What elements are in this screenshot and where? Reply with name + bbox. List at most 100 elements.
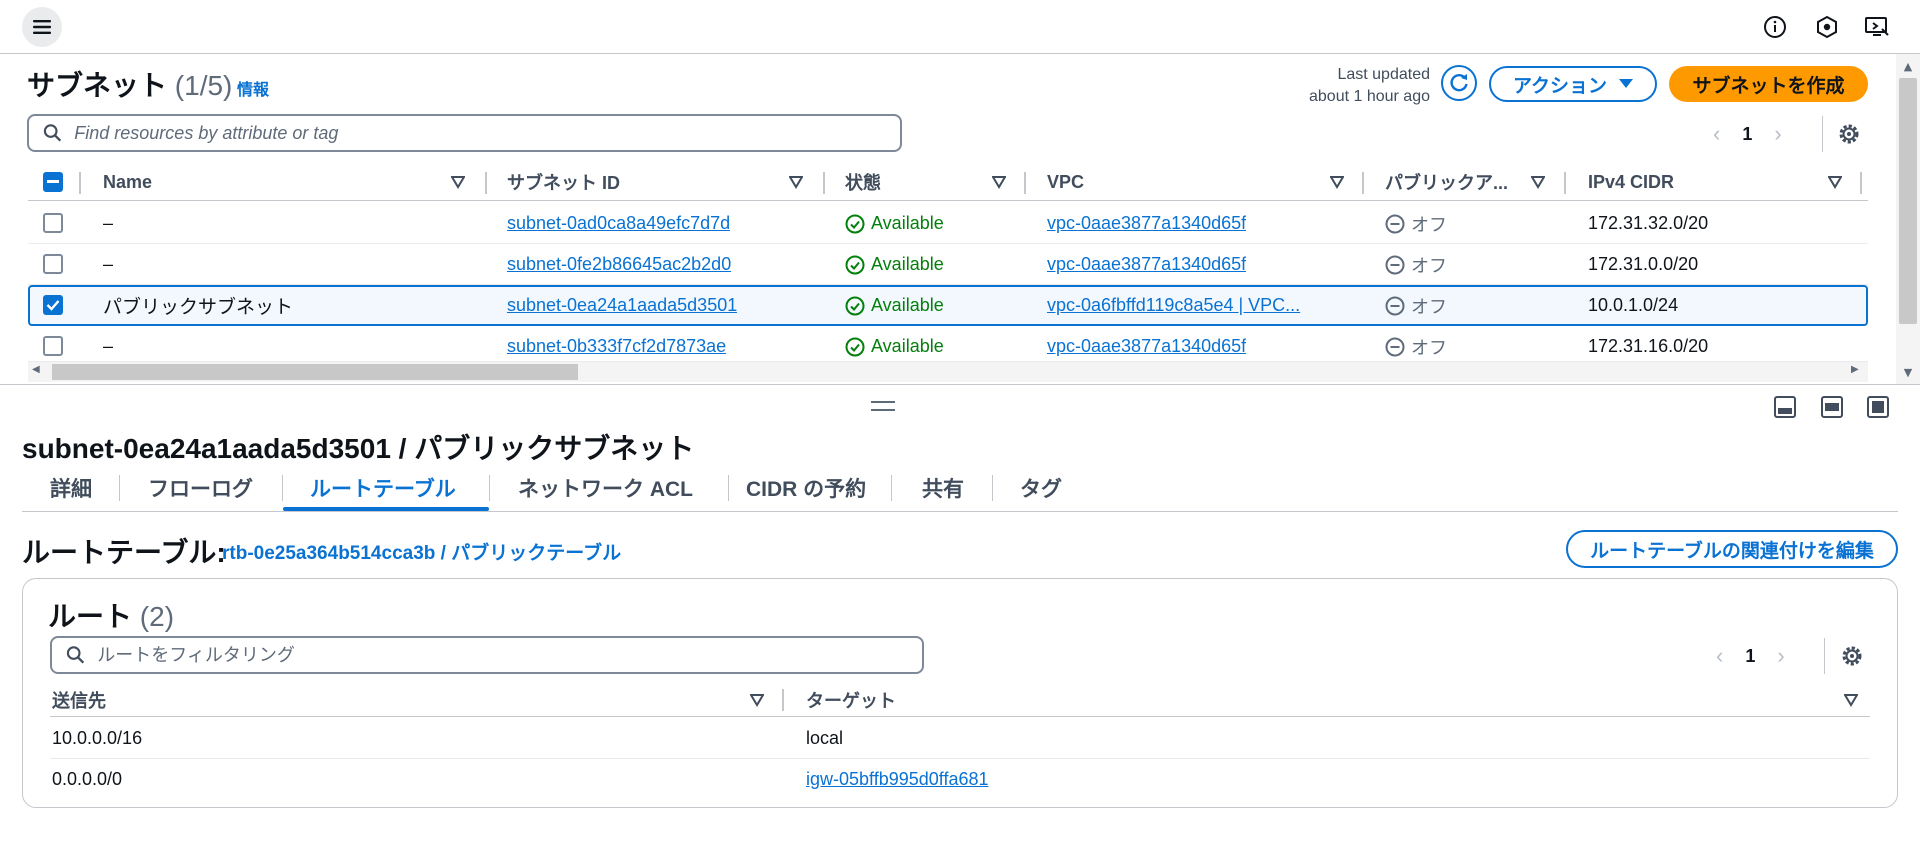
info-link[interactable]: 情報 [237, 76, 269, 100]
cell-public: オフ [1385, 203, 1447, 244]
scroll-right-icon[interactable]: ▶ [1851, 364, 1859, 375]
sort-icon[interactable] [750, 693, 764, 707]
select-all-checkbox[interactable] [43, 172, 63, 192]
settings-gear-icon[interactable] [1837, 122, 1861, 146]
sort-icon[interactable] [992, 175, 1006, 189]
col-target[interactable]: ターゲット [806, 683, 896, 717]
notification-icon[interactable] [1814, 14, 1840, 40]
next-page-icon[interactable]: › [1774, 121, 1781, 147]
horizontal-scrollbar-thumb[interactable] [52, 364, 578, 380]
scroll-left-icon[interactable]: ◀ [32, 364, 40, 375]
cell-subnet-id[interactable]: subnet-0b333f7cf2d7873ae [507, 326, 726, 367]
search-icon [43, 124, 62, 142]
current-page[interactable]: 1 [1742, 124, 1752, 145]
tab-cidr-reservations[interactable]: CIDR の予約 [746, 468, 866, 508]
minus-circle-icon [1385, 296, 1405, 315]
actions-button[interactable]: アクション [1489, 66, 1657, 102]
sort-icon[interactable] [1844, 693, 1858, 707]
tab-flow-logs[interactable]: フローログ [148, 468, 253, 508]
cell-subnet-id[interactable]: subnet-0fe2b86645ac2b2d0 [507, 244, 731, 285]
tab-details[interactable]: 詳細 [50, 468, 92, 508]
table-row-selected[interactable]: パブリックサブネット subnet-0ea24a1aada5d3501 Avai… [28, 285, 1868, 326]
cell-target-link[interactable]: igw-05bffb995d0ffa681 [806, 759, 989, 800]
prev-page-icon[interactable]: ‹ [1716, 643, 1723, 669]
tab-divider [728, 475, 729, 501]
table-row[interactable]: – subnet-0fe2b86645ac2b2d0 Available vpc… [28, 244, 1868, 285]
tab-tags[interactable]: タグ [1020, 468, 1062, 508]
column-divider [782, 689, 784, 711]
panel-fullscreen-icon[interactable] [1867, 396, 1889, 418]
cell-subnet-id[interactable]: subnet-0ea24a1aada5d3501 [507, 285, 737, 326]
divider [1824, 638, 1825, 674]
resize-handle-icon[interactable] [871, 401, 895, 411]
col-state[interactable]: 状態 [845, 163, 881, 201]
cell-subnet-id[interactable]: subnet-0ad0ca8a49efc7d7d [507, 203, 730, 244]
column-divider [1024, 172, 1026, 194]
cell-vpc[interactable]: vpc-0aae3877a1340d65f [1047, 326, 1246, 367]
row-checkbox[interactable] [43, 213, 63, 233]
menu-icon[interactable] [22, 7, 62, 47]
cell-vpc[interactable]: vpc-0aae3877a1340d65f [1047, 203, 1246, 244]
prev-page-icon[interactable]: ‹ [1713, 121, 1720, 147]
state-text: Available [871, 254, 944, 274]
cell-vpc[interactable]: vpc-0aae3877a1340d65f [1047, 244, 1246, 285]
row-checkbox[interactable] [43, 336, 63, 356]
cell-destination: 0.0.0.0/0 [52, 769, 123, 789]
col-vpc[interactable]: VPC [1047, 163, 1084, 201]
table-row: 10.0.0.0/16 local [50, 718, 1870, 759]
col-cidr[interactable]: IPv4 CIDR [1588, 163, 1674, 201]
subnets-title: サブネット [27, 70, 168, 101]
routes-filter[interactable] [50, 636, 924, 674]
panel-bottom-icon[interactable] [1774, 396, 1796, 418]
table-row[interactable]: – subnet-0ad0ca8a49efc7d7d Available vpc… [28, 203, 1868, 244]
resource-search[interactable] [27, 114, 902, 152]
remote-display-icon[interactable] [1864, 14, 1890, 40]
routes-table-header: 送信先 ターゲット [50, 683, 1870, 717]
routes-pagination: ‹ 1 › [1716, 643, 1785, 669]
col-destination[interactable]: 送信先 [52, 683, 106, 717]
col-name[interactable]: Name [103, 163, 152, 201]
row-checkbox[interactable] [43, 295, 63, 315]
minus-circle-icon [1385, 255, 1405, 274]
current-page[interactable]: 1 [1745, 646, 1755, 667]
routes-filter-input[interactable] [97, 644, 922, 666]
search-input[interactable] [74, 122, 900, 144]
column-divider [79, 172, 81, 194]
cell-cidr: 10.0.1.0/24 [1588, 295, 1679, 315]
panel-side-icon[interactable] [1821, 396, 1843, 418]
subnets-table-header: Name サブネット ID 状態 VPC パブリックア... IPv4 CIDR [28, 163, 1868, 201]
col-subnet-id[interactable]: サブネット ID [507, 163, 620, 201]
row-checkbox[interactable] [43, 254, 63, 274]
search-icon [66, 646, 85, 664]
route-table-link[interactable]: rtb-0e25a364b514cca3b / パブリックテーブル [222, 538, 621, 565]
state-text: Available [871, 213, 944, 233]
page-title: サブネット (1/5) [27, 64, 232, 104]
tab-route-table[interactable]: ルートテーブル [310, 468, 456, 508]
table-row[interactable]: – subnet-0b333f7cf2d7873ae Available vpc… [28, 326, 1868, 362]
create-subnet-button[interactable]: サブネットを作成 [1669, 66, 1868, 102]
cell-cidr: 172.31.0.0/20 [1588, 254, 1699, 274]
settings-gear-icon[interactable] [1840, 644, 1864, 668]
cell-public: オフ [1385, 326, 1447, 367]
table-row: 0.0.0.0/0 igw-05bffb995d0ffa681 [50, 759, 1870, 800]
caret-down-icon [1619, 79, 1634, 88]
refresh-button[interactable] [1441, 65, 1477, 101]
cell-public: オフ [1385, 285, 1447, 326]
sort-icon[interactable] [451, 175, 465, 189]
next-page-icon[interactable]: › [1777, 643, 1784, 669]
col-public[interactable]: パブリックア... [1385, 163, 1508, 201]
sort-icon[interactable] [1531, 175, 1545, 189]
cell-vpc[interactable]: vpc-0a6fbffd119c8a5e4 | VPC... [1047, 285, 1347, 326]
sort-icon[interactable] [1828, 175, 1842, 189]
cell-public: オフ [1385, 244, 1447, 285]
tab-network-acl[interactable]: ネットワーク ACL [518, 468, 693, 508]
info-circle-icon[interactable] [1762, 14, 1788, 40]
sort-icon[interactable] [1330, 175, 1344, 189]
scroll-down-icon[interactable]: ▼ [1896, 362, 1920, 382]
scroll-up-icon[interactable]: ▲ [1896, 56, 1920, 76]
tab-sharing[interactable]: 共有 [922, 468, 964, 508]
edit-route-table-association-button[interactable]: ルートテーブルの関連付けを編集 [1566, 530, 1898, 568]
vertical-scrollbar-thumb[interactable] [1899, 78, 1917, 324]
sort-icon[interactable] [789, 175, 803, 189]
cell-cidr: 172.31.32.0/20 [1588, 213, 1709, 233]
